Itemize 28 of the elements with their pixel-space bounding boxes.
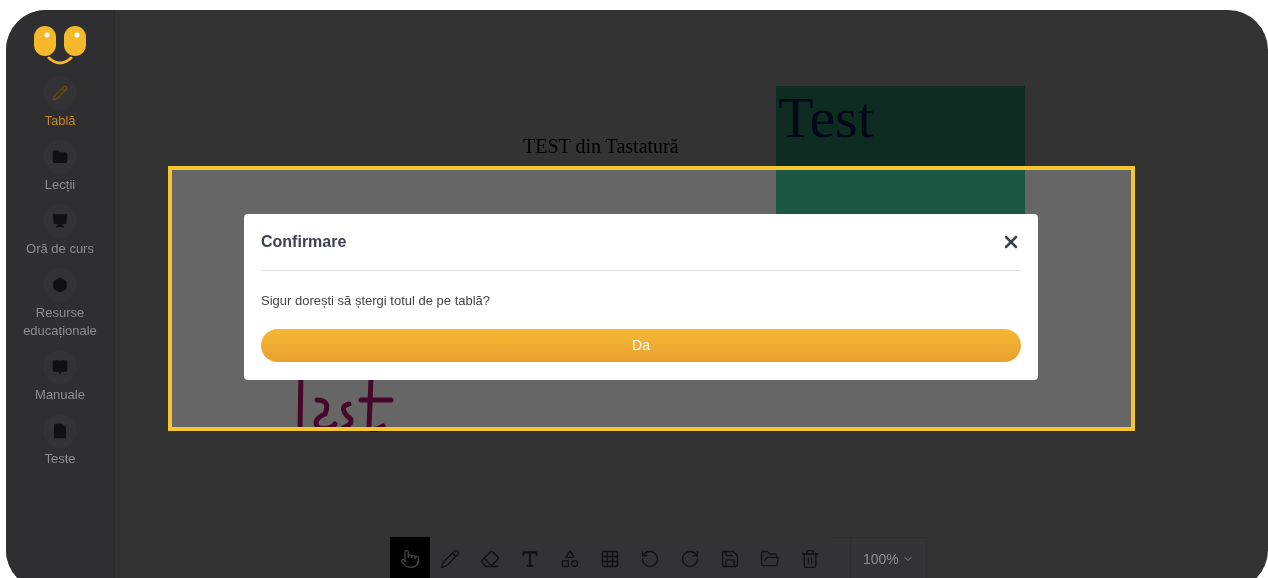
book-icon: [52, 359, 68, 375]
zoom-select[interactable]: 100%: [850, 537, 926, 578]
sidebar-item[interactable]: Teste: [10, 414, 110, 468]
document-icon: [52, 423, 68, 439]
teacher-board-icon: [52, 213, 68, 229]
save-icon: [720, 549, 740, 569]
dialog-title: Confirmare: [261, 232, 347, 252]
open-folder-icon: [760, 549, 780, 569]
trash-icon: [800, 549, 820, 569]
shapes-icon: [560, 549, 580, 569]
pencil-icon: [52, 85, 68, 101]
dialog-message: Sigur dorești să ștergi totul de pe tablă?: [261, 292, 492, 310]
sidebar-item[interactable]: Manuale: [10, 350, 110, 404]
redo-icon: [680, 549, 700, 569]
sidebar-item[interactable]: Lecții: [10, 140, 110, 194]
sidebar-item[interactable]: Oră de curs: [10, 204, 110, 258]
sidebar-item[interactable]: Resurse educaționale: [10, 268, 110, 340]
grid-icon: [600, 549, 620, 569]
text-icon: [520, 549, 540, 569]
folder-icon: [52, 149, 68, 165]
hand-icon: [400, 549, 420, 569]
sidebar-item[interactable]: Tablă: [10, 76, 110, 130]
cube-icon: [52, 277, 68, 293]
undo-icon: [640, 549, 660, 569]
logo-icon: [31, 24, 89, 66]
eraser-icon: [480, 549, 500, 569]
pencil-icon: [440, 549, 460, 569]
hand-tool-button[interactable]: [390, 537, 430, 578]
